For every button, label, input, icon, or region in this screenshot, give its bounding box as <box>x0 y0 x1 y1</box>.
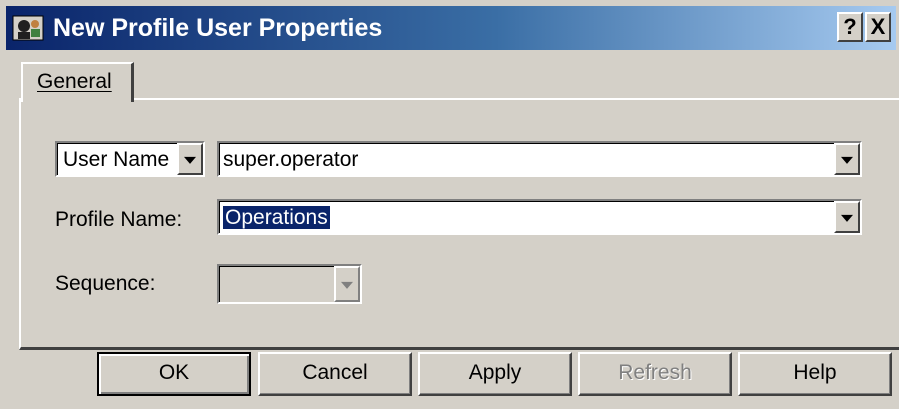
profile-name-value[interactable]: Operations <box>223 206 330 229</box>
help-button[interactable]: Help <box>738 352 892 396</box>
close-title-button[interactable]: X <box>865 12 891 42</box>
title-bar[interactable]: New Profile User Properties ? X <box>6 6 896 50</box>
profile-name-dropdown-button[interactable] <box>834 201 860 233</box>
tab-general[interactable]: General <box>21 62 134 102</box>
chevron-down-icon <box>841 214 853 222</box>
ok-button[interactable]: OK <box>97 352 251 396</box>
user-name-value[interactable]: super.operator <box>223 147 358 173</box>
cancel-button[interactable]: Cancel <box>258 352 412 396</box>
properties-dialog: New Profile User Properties ? X General … <box>0 0 899 409</box>
chevron-down-icon <box>184 156 196 164</box>
app-icon <box>12 15 44 41</box>
key-type-dropdown-button[interactable] <box>177 143 203 175</box>
apply-button-label: Apply <box>468 361 522 384</box>
key-type-select[interactable]: User Name <box>55 141 205 177</box>
sequence-combo <box>217 264 362 304</box>
help-title-button[interactable]: ? <box>837 12 863 42</box>
sequence-dropdown-button <box>334 266 360 302</box>
apply-button[interactable]: Apply <box>418 352 572 396</box>
profile-name-label: Profile Name: <box>55 208 183 231</box>
chevron-down-icon <box>841 156 853 164</box>
key-type-value: User Name <box>63 148 170 171</box>
chevron-down-icon <box>341 281 353 289</box>
refresh-button: Refresh <box>578 352 732 396</box>
user-name-dropdown-button[interactable] <box>834 143 860 175</box>
tab-general-label: General <box>37 70 112 93</box>
profile-name-combo[interactable]: Operations <box>217 199 862 235</box>
sequence-label: Sequence: <box>55 272 156 295</box>
user-name-combo[interactable]: super.operator <box>217 141 862 177</box>
window-title: New Profile User Properties <box>53 14 383 42</box>
